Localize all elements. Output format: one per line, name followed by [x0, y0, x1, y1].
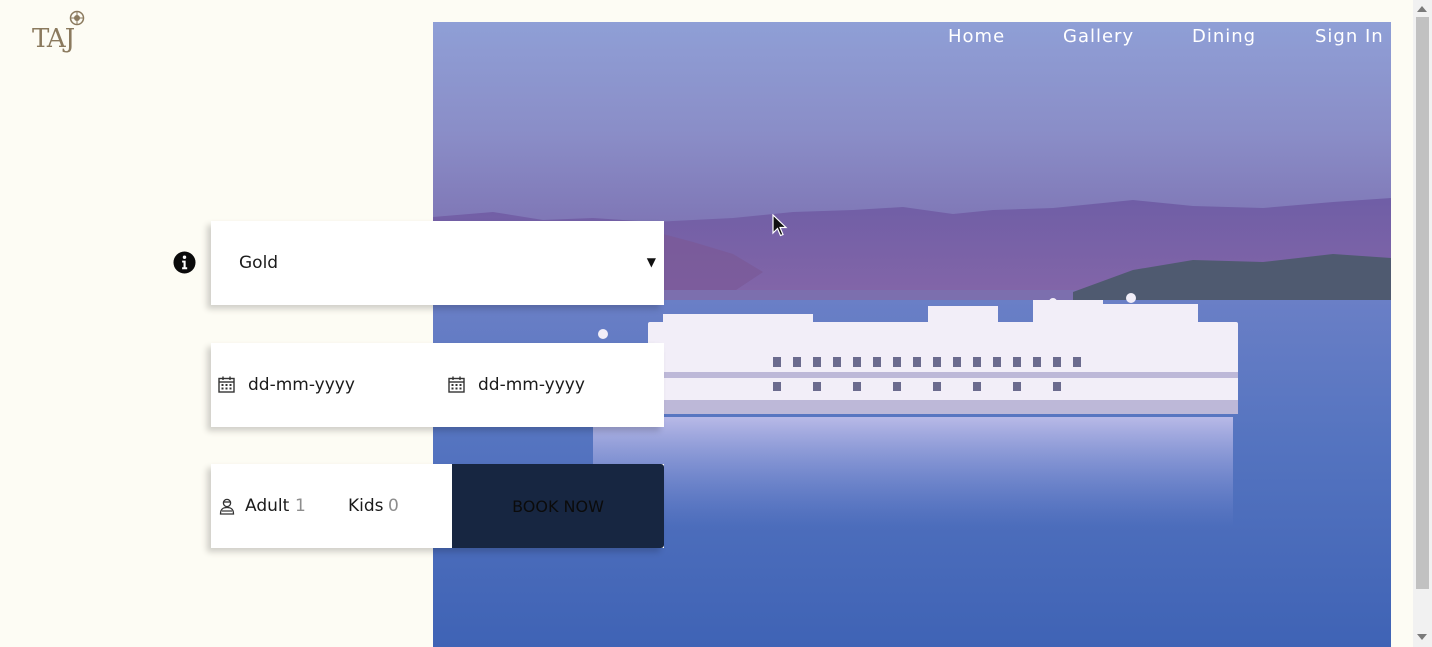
membership-selected-value: Gold	[239, 253, 279, 273]
kids-label: Kids	[348, 496, 384, 516]
nav-home[interactable]: Home	[948, 26, 1005, 47]
calendar-icon	[448, 376, 465, 393]
hero-image	[433, 22, 1391, 647]
guests-panel: Adult 1 Kids 0 BOOK NOW	[211, 464, 664, 548]
adult-count[interactable]: 1	[295, 496, 306, 516]
nav-gallery[interactable]: Gallery	[1063, 26, 1134, 47]
nav-dining[interactable]: Dining	[1192, 26, 1256, 47]
info-icon[interactable]	[173, 251, 196, 274]
mouse-cursor-icon	[772, 214, 788, 237]
calendar-icon	[218, 376, 235, 393]
date-range-panel: dd-mm-yyyy dd-mm-yyyy	[211, 343, 664, 427]
checkin-date-value: dd-mm-yyyy	[248, 375, 355, 395]
membership-select[interactable]: Gold ▼	[211, 221, 664, 305]
chevron-down-icon: ▼	[646, 255, 656, 269]
adult-label: Adult	[245, 496, 290, 516]
scroll-up-icon[interactable]	[1417, 6, 1427, 12]
vertical-scrollbar[interactable]	[1413, 0, 1432, 647]
nav-sign-in[interactable]: Sign In	[1315, 26, 1384, 47]
book-now-button[interactable]: BOOK NOW	[452, 464, 664, 548]
checkout-date-input[interactable]: dd-mm-yyyy	[441, 343, 667, 427]
kids-count[interactable]: 0	[388, 496, 399, 516]
scroll-down-icon[interactable]	[1417, 634, 1427, 640]
guest-icon	[219, 498, 235, 515]
checkin-date-input[interactable]: dd-mm-yyyy	[211, 343, 437, 427]
scrollbar-thumb[interactable]	[1416, 17, 1429, 589]
checkout-date-value: dd-mm-yyyy	[478, 375, 585, 395]
top-nav: Home Gallery Dining Sign In	[0, 26, 1391, 50]
